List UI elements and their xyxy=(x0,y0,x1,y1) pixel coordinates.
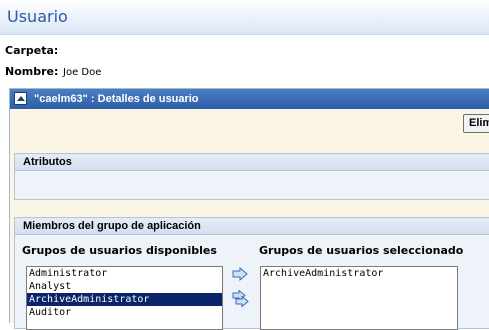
page-title: Usuario xyxy=(7,7,68,26)
atributos-section: Atributos xyxy=(14,153,489,200)
nombre-label: Nombre: xyxy=(5,65,59,78)
panel-title: "caelm63" : Detalles de usuario xyxy=(34,93,199,105)
miembros-header[interactable]: Miembros del grupo de aplicación xyxy=(15,218,489,235)
available-groups-list[interactable]: Administrator Analyst ArchiveAdministrat… xyxy=(26,266,223,330)
list-item[interactable]: ArchiveAdministrator xyxy=(261,267,457,280)
list-item[interactable]: ArchiveAdministrator xyxy=(27,293,222,306)
list-item[interactable]: Auditor xyxy=(27,306,222,319)
selected-groups-label: Grupos de usuarios seleccionado xyxy=(259,244,464,257)
list-item[interactable]: Administrator xyxy=(27,267,222,280)
nombre-value: Joe Doe xyxy=(63,67,102,78)
available-groups-label: Grupos de usuarios disponibles xyxy=(22,244,217,257)
panel-titlebar: "caelm63" : Detalles de usuario xyxy=(10,89,489,109)
move-right-arrow-icon[interactable] xyxy=(232,267,248,281)
carpeta-label: Carpeta: xyxy=(5,44,59,57)
atributos-header[interactable]: Atributos xyxy=(15,154,489,171)
eliminar-button[interactable]: Elim xyxy=(463,114,489,133)
page-header: Usuario xyxy=(0,0,489,35)
collapse-icon[interactable] xyxy=(14,92,27,105)
list-item[interactable]: Analyst xyxy=(27,280,222,293)
miembros-section: Miembros del grupo de aplicación Grupos … xyxy=(14,217,489,330)
selected-groups-list[interactable]: ArchiveAdministrator xyxy=(260,266,458,330)
move-all-right-arrow-icon[interactable] xyxy=(232,290,250,308)
user-details-panel: "caelm63" : Detalles de usuario Elim Atr… xyxy=(9,88,489,330)
